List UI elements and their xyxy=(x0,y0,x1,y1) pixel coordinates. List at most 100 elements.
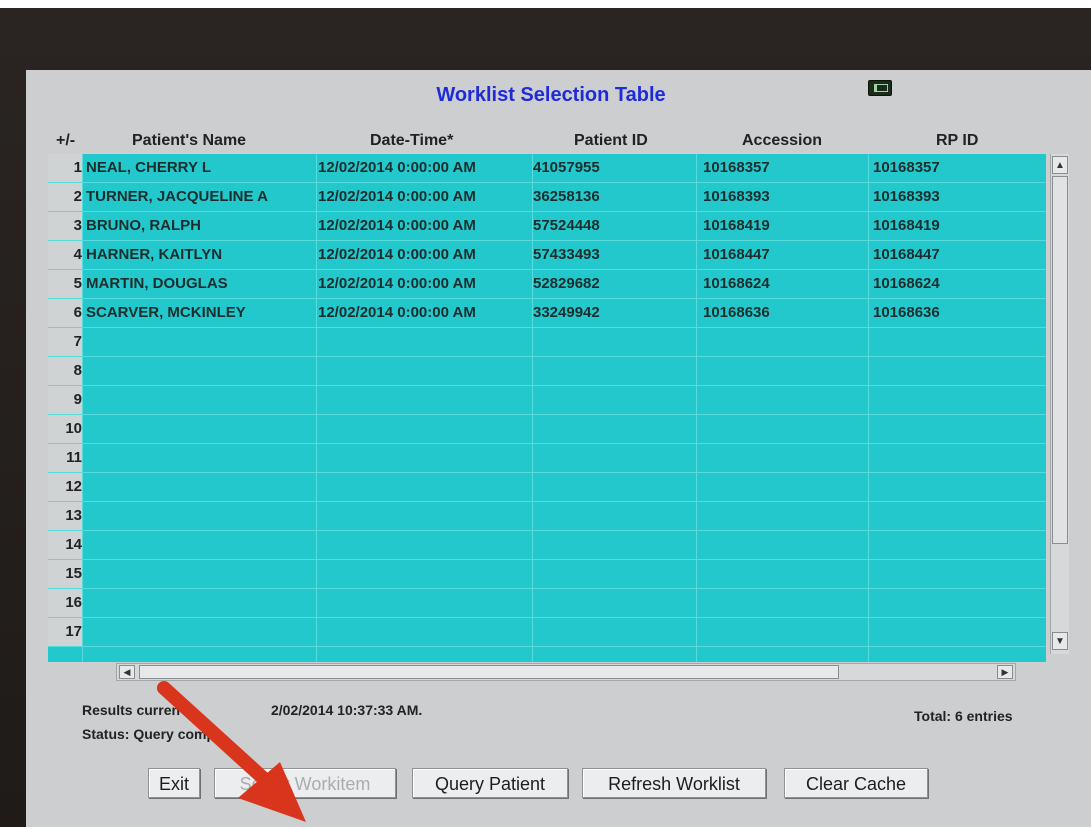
cell-date-time xyxy=(318,618,538,646)
cell-rp-id xyxy=(873,328,1033,356)
cell-patient-id: 57433493 xyxy=(533,246,600,263)
table-row[interactable]: 4 HARNER, KAITLYN 12/02/2014 0:00:00 AM 574… xyxy=(48,241,1046,270)
row-number: 1 xyxy=(48,154,82,182)
cell-patient-id: 41057955 xyxy=(533,159,600,176)
row-number: 8 xyxy=(48,357,82,385)
cell-rp-id: 10168447 xyxy=(873,246,940,263)
row-number: 3 xyxy=(48,212,82,240)
cell-rp-id xyxy=(873,589,1033,617)
row-number: 17 xyxy=(48,618,82,646)
column-header-date-time[interactable]: Date-Time* xyxy=(370,132,453,150)
clear-cache-button[interactable]: Clear Cache xyxy=(784,768,928,798)
row-number: 10 xyxy=(48,415,82,443)
cell-date-time xyxy=(318,560,538,588)
scroll-right-icon[interactable]: ▶ xyxy=(997,665,1013,679)
cell-accession xyxy=(703,473,863,501)
table-row[interactable]: 5 MARTIN, DOUGLAS 12/02/2014 0:00:00 AM 528… xyxy=(48,270,1046,299)
table-row[interactable]: 1 NEAL, CHERRY L 12/02/2014 0:00:00 AM 4105… xyxy=(48,154,1046,183)
cell-patient-name xyxy=(86,473,321,501)
horizontal-scrollbar[interactable]: ◀ ▶ xyxy=(116,663,1016,681)
table-header: +/- Patient's Name Date-Time* Patient ID… xyxy=(36,126,1046,156)
cell-date-time xyxy=(318,444,538,472)
scroll-left-icon[interactable]: ◀ xyxy=(119,665,135,679)
cell-patient-id: 52829682 xyxy=(533,275,600,292)
cell-accession: 10168624 xyxy=(703,275,770,292)
cell-date-time xyxy=(318,502,538,530)
table-row[interactable]: 14 xyxy=(48,531,1046,560)
table-row[interactable]: 8 xyxy=(48,357,1046,386)
row-number: 4 xyxy=(48,241,82,269)
cell-patient-name: BRUNO, RALPH xyxy=(86,217,201,234)
cell-patient-name: SCARVER, MCKINLEY xyxy=(86,304,246,321)
table-row[interactable]: 6 SCARVER, MCKINLEY 12/02/2014 0:00:00 AM 3… xyxy=(48,299,1046,328)
table-row[interactable]: 12 xyxy=(48,473,1046,502)
cell-rp-id xyxy=(873,618,1033,646)
table-row[interactable]: 17 xyxy=(48,618,1046,647)
cell-date-time xyxy=(318,357,538,385)
cell-rp-id: 10168624 xyxy=(873,275,940,292)
cell-patient-id: 33249942 xyxy=(533,304,600,321)
row-number: 5 xyxy=(48,270,82,298)
cell-date-time xyxy=(318,531,538,559)
total-entries: Total: 6 entries xyxy=(914,708,1013,724)
column-header-patient-name[interactable]: Patient's Name xyxy=(132,132,246,150)
window-menu-icon[interactable] xyxy=(868,80,892,96)
cell-patient-id xyxy=(533,473,693,501)
vertical-scrollbar[interactable]: ▲ ▼ xyxy=(1050,154,1069,654)
cell-patient-name: TURNER, JACQUELINE A xyxy=(86,188,268,205)
annotation-arrow-icon xyxy=(157,681,306,822)
cell-date-time xyxy=(318,328,538,356)
column-header-patient-id[interactable]: Patient ID xyxy=(574,132,648,150)
cell-rp-id xyxy=(873,386,1033,414)
table-row[interactable]: 16 xyxy=(48,589,1046,618)
cell-rp-id xyxy=(873,531,1033,559)
cell-patient-name xyxy=(86,531,321,559)
worklist-window: Worklist Selection Table +/- Patient's N… xyxy=(26,70,1091,827)
cell-rp-id: 10168419 xyxy=(873,217,940,234)
cell-patient-name xyxy=(86,618,321,646)
cell-rp-id xyxy=(873,444,1033,472)
cell-patient-name: MARTIN, DOUGLAS xyxy=(86,275,228,292)
cell-date-time: 12/02/2014 0:00:00 AM xyxy=(318,159,476,176)
row-number: 16 xyxy=(48,589,82,617)
refresh-worklist-button[interactable]: Refresh Worklist xyxy=(582,768,766,798)
column-header-rp-id[interactable]: RP ID xyxy=(936,132,978,150)
horizontal-scroll-thumb[interactable] xyxy=(139,665,839,679)
cell-accession xyxy=(703,386,863,414)
cell-date-time: 12/02/2014 0:00:00 AM xyxy=(318,275,476,292)
cell-date-time xyxy=(318,386,538,414)
column-header-accession[interactable]: Accession xyxy=(742,132,822,150)
table-row[interactable]: 10 xyxy=(48,415,1046,444)
table-row[interactable]: 11 xyxy=(48,444,1046,473)
row-number: 7 xyxy=(48,328,82,356)
table-row[interactable]: 7 xyxy=(48,328,1046,357)
cell-accession xyxy=(703,328,863,356)
cell-accession xyxy=(703,589,863,617)
cell-rp-id: 10168636 xyxy=(873,304,940,321)
vertical-scroll-thumb[interactable] xyxy=(1052,176,1068,544)
cell-rp-id: 10168357 xyxy=(873,159,940,176)
cell-patient-id xyxy=(533,444,693,472)
scroll-up-icon[interactable]: ▲ xyxy=(1052,156,1068,174)
cell-patient-name xyxy=(86,328,321,356)
cell-date-time xyxy=(318,589,538,617)
table-row[interactable]: 15 xyxy=(48,560,1046,589)
table-row[interactable]: 9 xyxy=(48,386,1046,415)
cell-date-time: 12/02/2014 0:00:00 AM xyxy=(318,188,476,205)
cell-patient-id: 57524448 xyxy=(533,217,600,234)
cell-patient-name xyxy=(86,560,321,588)
scroll-down-icon[interactable]: ▼ xyxy=(1052,632,1068,650)
cell-accession xyxy=(703,444,863,472)
column-header-toggle[interactable]: +/- xyxy=(56,132,75,150)
cell-rp-id xyxy=(873,415,1033,443)
table-row[interactable]: 13 xyxy=(48,502,1046,531)
table-row[interactable]: 3 BRUNO, RALPH 12/02/2014 0:00:00 AM 575244… xyxy=(48,212,1046,241)
cell-accession xyxy=(703,531,863,559)
cell-accession: 10168636 xyxy=(703,304,770,321)
cell-accession: 10168393 xyxy=(703,188,770,205)
table-row[interactable]: 2 TURNER, JACQUELINE A 12/02/2014 0:00:00 … xyxy=(48,183,1046,212)
cell-patient-id: 36258136 xyxy=(533,188,600,205)
query-patient-button[interactable]: Query Patient xyxy=(412,768,568,798)
cell-patient-name xyxy=(86,415,321,443)
cell-accession: 10168357 xyxy=(703,159,770,176)
